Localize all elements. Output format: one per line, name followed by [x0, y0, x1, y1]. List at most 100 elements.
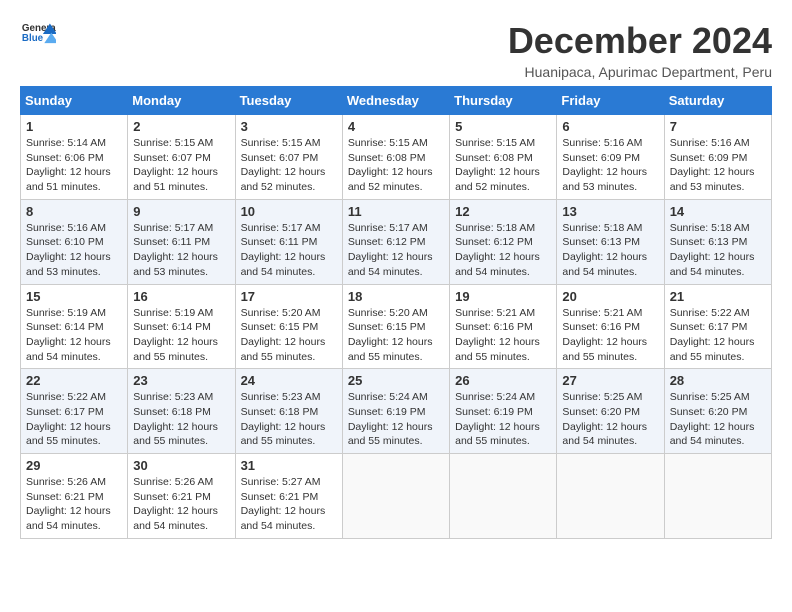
day-info: Sunrise: 5:26 AMSunset: 6:21 PMDaylight:… [26, 475, 122, 534]
calendar-day: 8 Sunrise: 5:16 AMSunset: 6:10 PMDaylight… [21, 199, 128, 284]
day-number: 13 [562, 204, 658, 219]
calendar-day [664, 454, 771, 539]
day-number: 28 [670, 373, 766, 388]
calendar-day: 19 Sunrise: 5:21 AMSunset: 6:16 PMDayligh… [450, 284, 557, 369]
calendar-day: 6Sunrise: 5:16 AMSunset: 6:09 PMDaylight… [557, 115, 664, 200]
calendar-day: 18Sunrise: 5:20 AMSunset: 6:15 PMDayligh… [342, 284, 449, 369]
day-info: Sunrise: 5:20 AMSunset: 6:15 PMDaylight:… [241, 306, 337, 365]
day-number: 12 [455, 204, 551, 219]
day-info: Sunrise: 5:19 AMSunset: 6:14 PMDaylight:… [133, 306, 229, 365]
calendar-day: 23 Sunrise: 5:23 AMSunset: 6:18 PMDayligh… [128, 369, 235, 454]
calendar-day [450, 454, 557, 539]
day-number: 10 [241, 204, 337, 219]
day-info: Sunrise: 5:22 AMSunset: 6:17 PMDaylight:… [26, 390, 122, 449]
day-info: Sunrise: 5:15 AMSunset: 6:08 PMDaylight:… [348, 136, 444, 195]
location-title: Huanipaca, Apurimac Department, Peru [508, 64, 772, 80]
day-info: Sunrise: 5:15 AMSunset: 6:08 PMDaylight:… [455, 136, 551, 195]
calendar-day: 26 Sunrise: 5:24 AMSunset: 6:19 PMDayligh… [450, 369, 557, 454]
day-number: 9 [133, 204, 229, 219]
calendar-week-3: 15 Sunrise: 5:19 AMSunset: 6:14 PMDayligh… [21, 284, 772, 369]
day-number: 31 [241, 458, 337, 473]
day-header-sunday: Sunday [21, 87, 128, 115]
day-number: 2 [133, 119, 229, 134]
calendar-day: 15 Sunrise: 5:19 AMSunset: 6:14 PMDayligh… [21, 284, 128, 369]
day-info: Sunrise: 5:17 AMSunset: 6:11 PMDaylight:… [241, 221, 337, 280]
day-number: 5 [455, 119, 551, 134]
day-number: 20 [562, 289, 658, 304]
calendar-day: 27 Sunrise: 5:25 AMSunset: 6:20 PMDayligh… [557, 369, 664, 454]
day-number: 26 [455, 373, 551, 388]
month-title: December 2024 [508, 20, 772, 62]
header-row: SundayMondayTuesdayWednesdayThursdayFrid… [21, 87, 772, 115]
day-number: 7 [670, 119, 766, 134]
day-info: Sunrise: 5:15 AMSunset: 6:07 PMDaylight:… [241, 136, 337, 195]
day-number: 24 [241, 373, 337, 388]
day-number: 15 [26, 289, 122, 304]
svg-text:Blue: Blue [22, 33, 44, 44]
day-info: Sunrise: 5:18 AMSunset: 6:13 PMDaylight:… [670, 221, 766, 280]
calendar-day: 9 Sunrise: 5:17 AMSunset: 6:11 PMDaylight… [128, 199, 235, 284]
day-info: Sunrise: 5:23 AMSunset: 6:18 PMDaylight:… [133, 390, 229, 449]
day-number: 21 [670, 289, 766, 304]
day-header-friday: Friday [557, 87, 664, 115]
calendar-day: 13 Sunrise: 5:18 AMSunset: 6:13 PMDayligh… [557, 199, 664, 284]
day-info: Sunrise: 5:22 AMSunset: 6:17 PMDaylight:… [670, 306, 766, 365]
calendar-day: 16 Sunrise: 5:19 AMSunset: 6:14 PMDayligh… [128, 284, 235, 369]
day-info: Sunrise: 5:25 AMSunset: 6:20 PMDaylight:… [670, 390, 766, 449]
day-info: Sunrise: 5:25 AMSunset: 6:20 PMDaylight:… [562, 390, 658, 449]
day-info: Sunrise: 5:17 AMSunset: 6:12 PMDaylight:… [348, 221, 444, 280]
day-number: 3 [241, 119, 337, 134]
day-info: Sunrise: 5:19 AMSunset: 6:14 PMDaylight:… [26, 306, 122, 365]
day-number: 30 [133, 458, 229, 473]
day-number: 25 [348, 373, 444, 388]
calendar-day: 22 Sunrise: 5:22 AMSunset: 6:17 PMDayligh… [21, 369, 128, 454]
calendar-week-1: 1Sunrise: 5:14 AMSunset: 6:06 PMDaylight… [21, 115, 772, 200]
day-info: Sunrise: 5:21 AMSunset: 6:16 PMDaylight:… [455, 306, 551, 365]
day-header-tuesday: Tuesday [235, 87, 342, 115]
calendar-day: 29Sunrise: 5:26 AMSunset: 6:21 PMDayligh… [21, 454, 128, 539]
day-number: 27 [562, 373, 658, 388]
logo: General Blue [20, 20, 56, 48]
calendar-day: 1Sunrise: 5:14 AMSunset: 6:06 PMDaylight… [21, 115, 128, 200]
day-info: Sunrise: 5:15 AMSunset: 6:07 PMDaylight:… [133, 136, 229, 195]
calendar-day: 28 Sunrise: 5:25 AMSunset: 6:20 PMDayligh… [664, 369, 771, 454]
day-number: 17 [241, 289, 337, 304]
calendar-day: 25 Sunrise: 5:24 AMSunset: 6:19 PMDayligh… [342, 369, 449, 454]
day-info: Sunrise: 5:17 AMSunset: 6:11 PMDaylight:… [133, 221, 229, 280]
day-header-thursday: Thursday [450, 87, 557, 115]
day-number: 6 [562, 119, 658, 134]
title-block: December 2024 Huanipaca, Apurimac Depart… [508, 20, 772, 80]
day-number: 11 [348, 204, 444, 219]
day-info: Sunrise: 5:16 AMSunset: 6:10 PMDaylight:… [26, 221, 122, 280]
calendar-day: 30 Sunrise: 5:26 AMSunset: 6:21 PMDayligh… [128, 454, 235, 539]
day-info: Sunrise: 5:18 AMSunset: 6:13 PMDaylight:… [562, 221, 658, 280]
day-number: 4 [348, 119, 444, 134]
calendar-day: 11 Sunrise: 5:17 AMSunset: 6:12 PMDayligh… [342, 199, 449, 284]
day-number: 19 [455, 289, 551, 304]
day-number: 16 [133, 289, 229, 304]
calendar-week-4: 22 Sunrise: 5:22 AMSunset: 6:17 PMDayligh… [21, 369, 772, 454]
day-info: Sunrise: 5:21 AMSunset: 6:16 PMDaylight:… [562, 306, 658, 365]
calendar-day: 20 Sunrise: 5:21 AMSunset: 6:16 PMDayligh… [557, 284, 664, 369]
day-number: 14 [670, 204, 766, 219]
day-info: Sunrise: 5:27 AMSunset: 6:21 PMDaylight:… [241, 475, 337, 534]
calendar-day: 17 Sunrise: 5:20 AMSunset: 6:15 PMDayligh… [235, 284, 342, 369]
calendar-day: 31 Sunrise: 5:27 AMSunset: 6:21 PMDayligh… [235, 454, 342, 539]
day-info: Sunrise: 5:26 AMSunset: 6:21 PMDaylight:… [133, 475, 229, 534]
calendar-day: 2 Sunrise: 5:15 AMSunset: 6:07 PMDaylight… [128, 115, 235, 200]
calendar-day: 7 Sunrise: 5:16 AMSunset: 6:09 PMDaylight… [664, 115, 771, 200]
calendar-day [557, 454, 664, 539]
day-number: 23 [133, 373, 229, 388]
day-info: Sunrise: 5:16 AMSunset: 6:09 PMDaylight:… [670, 136, 766, 195]
calendar-week-2: 8 Sunrise: 5:16 AMSunset: 6:10 PMDaylight… [21, 199, 772, 284]
day-header-monday: Monday [128, 87, 235, 115]
day-number: 22 [26, 373, 122, 388]
calendar-day [342, 454, 449, 539]
calendar-day: 4 Sunrise: 5:15 AMSunset: 6:08 PMDaylight… [342, 115, 449, 200]
day-info: Sunrise: 5:24 AMSunset: 6:19 PMDaylight:… [348, 390, 444, 449]
day-info: Sunrise: 5:24 AMSunset: 6:19 PMDaylight:… [455, 390, 551, 449]
day-header-wednesday: Wednesday [342, 87, 449, 115]
day-info: Sunrise: 5:18 AMSunset: 6:12 PMDaylight:… [455, 221, 551, 280]
header: General Blue December 2024 Huanipaca, Ap… [20, 20, 772, 80]
day-number: 8 [26, 204, 122, 219]
